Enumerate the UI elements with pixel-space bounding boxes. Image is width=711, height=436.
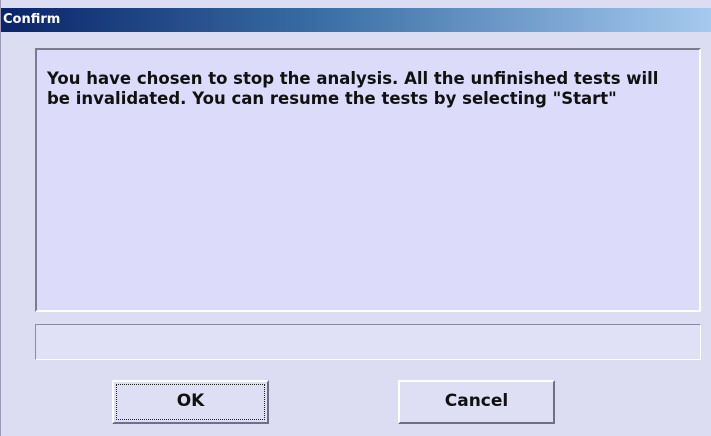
cancel-button-label: Cancel <box>444 391 509 411</box>
status-field <box>35 324 701 360</box>
ok-button[interactable]: OK <box>112 380 269 424</box>
dialog-title: Confirm <box>3 12 61 27</box>
message-panel: You have chosen to stop the analysis. Al… <box>35 48 701 312</box>
focus-ring <box>116 384 265 420</box>
cancel-button[interactable]: Cancel <box>398 380 555 424</box>
title-bar[interactable]: Confirm <box>1 8 711 32</box>
confirm-dialog: Confirm You have chosen to stop the anal… <box>0 0 711 436</box>
message-text: You have chosen to stop the analysis. Al… <box>47 69 659 108</box>
